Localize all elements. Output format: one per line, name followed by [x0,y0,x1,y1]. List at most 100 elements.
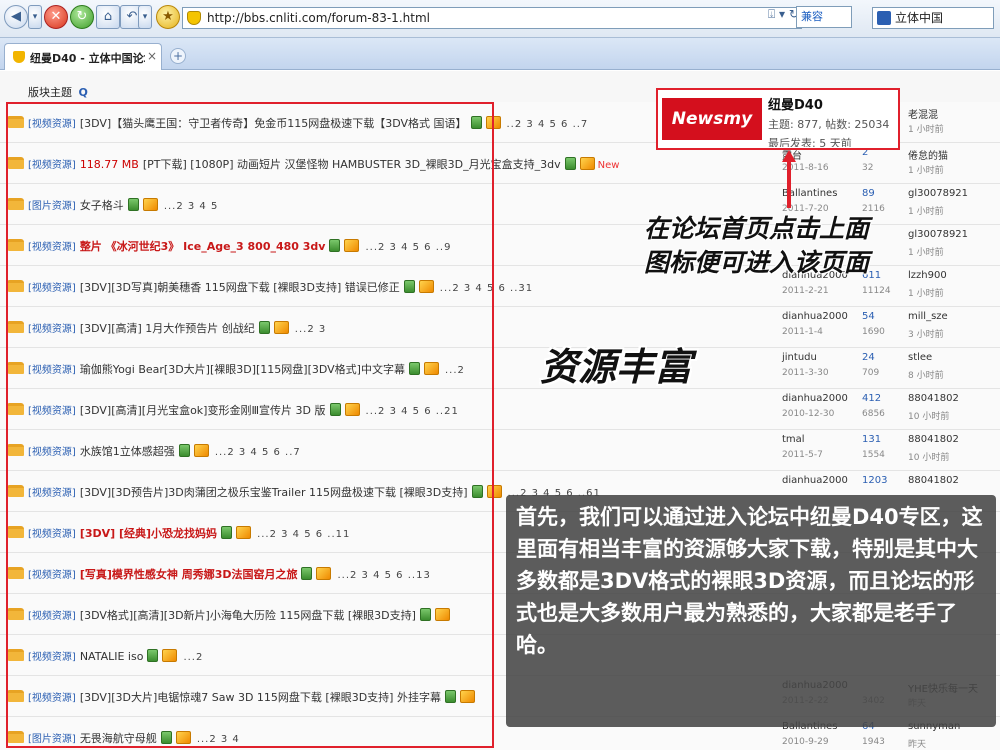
search-input[interactable]: 立体中国 [872,7,994,29]
thread-title[interactable]: 水族馆1立体感超强 [80,445,175,458]
last-poster[interactable]: lzzh900 [908,270,947,281]
thread-category[interactable]: [视频资源] [28,406,76,417]
thread-category[interactable]: [视频资源] [28,611,76,622]
last-poster[interactable]: 88041802 [908,393,959,404]
thread-category[interactable]: [视频资源] [28,324,76,335]
attachment-icon [329,403,341,416]
thread-title-line[interactable]: [视频资源] 118.77 MB [PT下载] [1080P] 动画短片 汉堡怪物 … [28,156,619,172]
thread-title[interactable]: [3DV][3D预告片]3D肉蒲团之极乐宝鉴Trailer 115网盘极速下载 … [80,486,468,499]
thread-category[interactable]: [图片资源] [28,201,76,212]
thread-pages[interactable]: ...2 3 [295,324,326,335]
thread-title[interactable]: [3DV格式][高清][3D新片]小海龟大历险 115网盘下载 [裸眼3D支持] [80,609,416,622]
thread-title-line[interactable]: [视频资源] 整片 《冰河世纪3》 Ice_Age_3 800_480 3dv..… [28,238,451,254]
thread-pages[interactable]: ...2 3 4 [197,734,240,745]
thread-category[interactable]: [视频资源] [28,447,76,458]
last-poster[interactable]: gl30078921 [908,188,968,199]
thread-pages[interactable]: ...2 3 4 5 6 ..11 [257,529,350,540]
thread-pages[interactable]: ...2 [445,365,465,376]
table-row[interactable]: [视频资源] 瑜伽熊Yogi Bear[3D大片][裸眼3D][115网盘][3D… [0,348,1000,389]
thread-title[interactable]: [PT下载] [1080P] 动画短片 汉堡怪物 HAMBUSTER 3D_裸眼… [143,158,561,171]
last-poster[interactable]: mill_sze [908,311,948,322]
thread-author[interactable]: dianhua2000 [782,311,848,322]
table-row[interactable]: [视频资源] [3DV][高清][月光宝盒ok]变形金刚Ⅲ宣传片 3D 版 ...2… [0,389,1000,430]
thread-author[interactable]: dianhua2000 [782,475,848,486]
thread-pages[interactable]: ...2 3 4 5 [164,201,219,212]
tab-forum[interactable]: 纽曼D40 - 立体中国论坛... × [4,43,162,70]
thread-pages[interactable]: ...2 [183,652,203,663]
thread-category[interactable]: [视频资源] [28,242,76,253]
thread-title[interactable]: NATALIE iso [80,650,144,663]
thread-title[interactable]: [3DV][3D大片]电锯惊魂7 Saw 3D 115网盘下载 [裸眼3D支持]… [80,691,441,704]
thread-title[interactable]: 整片 《冰河世纪3》 Ice_Age_3 800_480 3dv [80,240,326,253]
thread-category[interactable]: [视频资源] [28,365,76,376]
thread-title[interactable]: [3DV] [经典]小恐龙找妈妈 [80,527,217,540]
forward-dropdown-icon[interactable]: ▾ [28,5,42,29]
thread-title-line[interactable]: [视频资源] [3DV][3D写真]朝美穗香 115网盘下载 [裸眼3D支持] 错… [28,279,533,295]
last-poster[interactable]: 倦怠的猫 [908,147,948,162]
thread-title[interactable]: [3DV][高清] 1月大作预告片 创战纪 [80,322,255,335]
thread-title[interactable]: [写真]模界性感女神 周秀娜3D法国窑月之旅 [80,568,298,581]
thread-title-line[interactable]: [视频资源] NATALIE iso ...2 [28,648,203,663]
table-row[interactable]: [视频资源] [3DV][高清] 1月大作预告片 创战纪 ...2 3 dianhua… [0,307,1000,348]
thread-title-line[interactable]: [图片资源] 女子格斗 ...2 3 4 5 [28,197,218,213]
thread-title-line[interactable]: [视频资源] 瑜伽熊Yogi Bear[3D大片][裸眼3D][115网盘][3D… [28,361,465,377]
thread-title-line[interactable]: [视频资源] [3DV][3D大片]电锯惊魂7 Saw 3D 115网盘下载 [裸… [28,689,475,705]
stop-icon[interactable]: ✕ [44,5,68,29]
thread-category[interactable]: [视频资源] [28,119,76,130]
folder-icon [8,280,24,292]
new-tab-icon[interactable]: + [170,48,186,64]
last-poster[interactable]: gl30078921 [908,229,968,240]
table-row[interactable]: [视频资源] 水族馆1立体感超强 ...2 3 4 5 6 ..7 tmal 2011-… [0,430,1000,471]
thread-pages[interactable]: ...2 3 4 5 6 ..31 [440,283,533,294]
thread-title-line[interactable]: [图片资源] 无畏海航守母舰 ...2 3 4 [28,730,240,746]
thread-category[interactable]: [视频资源] [28,488,76,499]
thread-title-line[interactable]: [视频资源] [3DV格式][高清][3D新片]小海龟大历险 115网盘下载 [裸… [28,607,450,623]
thread-title[interactable]: [3DV][3D写真]朝美穗香 115网盘下载 [裸眼3D支持] 错误已修正 [80,281,400,294]
thread-title-line[interactable]: [视频资源] [3DV][高清] 1月大作预告片 创战纪 ...2 3 [28,320,326,336]
quick-search-icon[interactable]: Q [79,86,88,99]
thread-category[interactable]: [视频资源] [28,693,76,704]
compat-mode-button[interactable]: 兼容 [796,6,852,28]
back-icon[interactable]: ◀ [4,5,28,29]
thread-title-line[interactable]: [视频资源] [写真]模界性感女神 周秀娜3D法国窑月之旅 ...2 3 4 5 6… [28,566,431,582]
close-icon[interactable]: × [147,49,157,63]
thread-title[interactable]: 瑜伽熊Yogi Bear[3D大片][裸眼3D][115网盘][3DV格式]中文… [80,363,405,376]
thread-pages[interactable]: ..2 3 4 5 6 ..7 [507,119,589,130]
history-dropdown-icon[interactable]: ▾ [138,5,152,29]
url-input[interactable]: http://bbs.cnliti.com/forum-83-1.html [182,7,802,29]
last-poster[interactable]: 88041802 [908,434,959,445]
board-name[interactable]: 纽曼D40 [768,94,823,113]
thread-category[interactable]: [图片资源] [28,734,76,745]
thread-author[interactable]: dianhua2000 [782,393,848,404]
newsmy-logo[interactable]: Newsmy [662,98,762,140]
home-icon[interactable]: ⌂ [96,5,120,29]
refresh-icon[interactable]: ↻ [70,5,94,29]
last-poster[interactable]: stlee [908,352,932,363]
thread-pages[interactable]: ...2 3 4 5 6 ..21 [366,406,459,417]
thread-category[interactable]: [视频资源] [28,283,76,294]
thread-title-line[interactable]: [视频资源] [3DV][高清][月光宝盒ok]变形金刚Ⅲ宣传片 3D 版 ...2… [28,402,459,418]
thread-author[interactable]: tmal [782,434,805,445]
last-poster[interactable]: 老混混 [908,106,938,121]
url-action-icons[interactable]: ⍗ ▾ ↻ [768,7,799,22]
thread-title-line[interactable]: [视频资源] [3DV] [经典]小恐龙找妈妈 ...2 3 4 5 6 ..11 [28,525,350,541]
thread-title-line[interactable]: [视频资源] 水族馆1立体感超强 ...2 3 4 5 6 ..7 [28,443,301,459]
thread-pages[interactable]: ...2 3 4 5 6 ..7 [215,447,301,458]
thread-category[interactable]: [视频资源] [28,160,76,171]
thread-pages[interactable]: ...2 3 4 5 6 ..13 [337,570,430,581]
folder-icon [8,157,24,169]
last-poster[interactable]: 88041802 [908,475,959,486]
thread-title[interactable]: [3DV]【猫头鹰王国：守卫者传奇】免金币115网盘极速下载【3DV格式 国语】 [80,117,467,130]
thread-category[interactable]: [视频资源] [28,570,76,581]
thread-title[interactable]: 无畏海航守母舰 [80,732,157,745]
favorites-icon[interactable]: ★ [156,5,180,29]
thread-author[interactable]: jintudu [782,352,817,363]
thread-category[interactable]: [视频资源] [28,529,76,540]
thread-title[interactable]: 女子格斗 [80,199,124,212]
quick-topics-bar[interactable]: 版块主题 Q [28,84,88,100]
forum-board-card[interactable]: Newsmy 纽曼D40 主题: 877, 帖数: 25034 最后发表: 5 … [656,88,900,150]
thread-pages[interactable]: ...2 3 4 5 6 ..9 [365,242,451,253]
thread-title-line[interactable]: [视频资源] [3DV]【猫头鹰王国：守卫者传奇】免金币115网盘极速下载【3DV… [28,115,588,131]
thread-category[interactable]: [视频资源] [28,652,76,663]
thread-title[interactable]: [3DV][高清][月光宝盒ok]变形金刚Ⅲ宣传片 3D 版 [80,404,326,417]
